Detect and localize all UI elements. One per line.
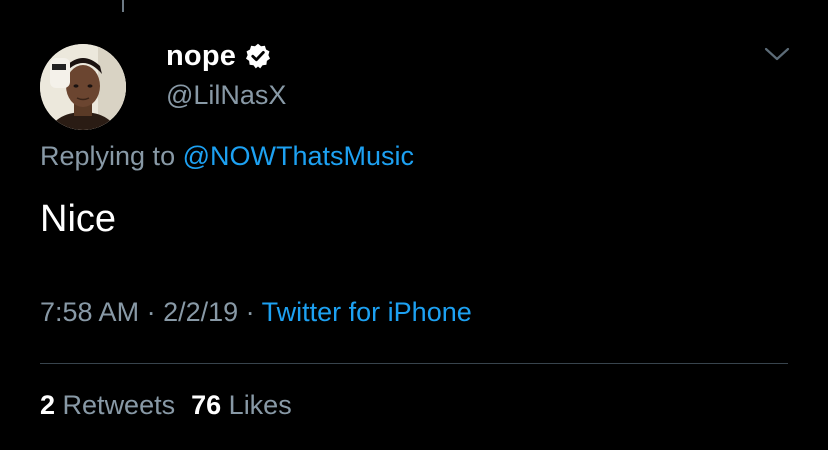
replying-prefix: Replying to: [40, 141, 183, 171]
likes-stat[interactable]: 76 Likes: [191, 390, 292, 420]
like-label: Likes: [228, 390, 292, 420]
verified-badge-icon: [244, 42, 272, 70]
like-count: 76: [191, 390, 222, 420]
tweet-time[interactable]: 7:58 AM: [40, 297, 139, 327]
tweet-date[interactable]: 2/2/19: [163, 297, 238, 327]
avatar[interactable]: [40, 44, 126, 130]
user-handle[interactable]: @LilNasX: [166, 80, 286, 111]
tweet-text: Nice: [40, 198, 117, 240]
replying-mention-link[interactable]: @NOWThatsMusic: [183, 141, 414, 171]
retweet-count: 2: [40, 390, 56, 420]
tweet-meta: 7:58 AM · 2/2/19 · Twitter for iPhone: [40, 297, 472, 328]
thread-connector-line: [122, 0, 124, 12]
retweets-stat[interactable]: 2 Retweets: [40, 390, 175, 420]
chevron-down-icon[interactable]: [762, 42, 792, 66]
meta-separator: ·: [238, 297, 262, 327]
divider: [40, 363, 788, 364]
retweet-label: Retweets: [62, 390, 176, 420]
tweet-source-link[interactable]: Twitter for iPhone: [262, 297, 472, 327]
user-info: nope @LilNasX: [166, 36, 286, 111]
replying-to: Replying to @NOWThatsMusic: [40, 141, 414, 172]
tweet-stats: 2 Retweets 76 Likes: [40, 390, 292, 421]
display-name-row: nope: [166, 36, 286, 76]
display-name[interactable]: nope: [166, 40, 236, 73]
meta-separator: ·: [139, 297, 164, 327]
